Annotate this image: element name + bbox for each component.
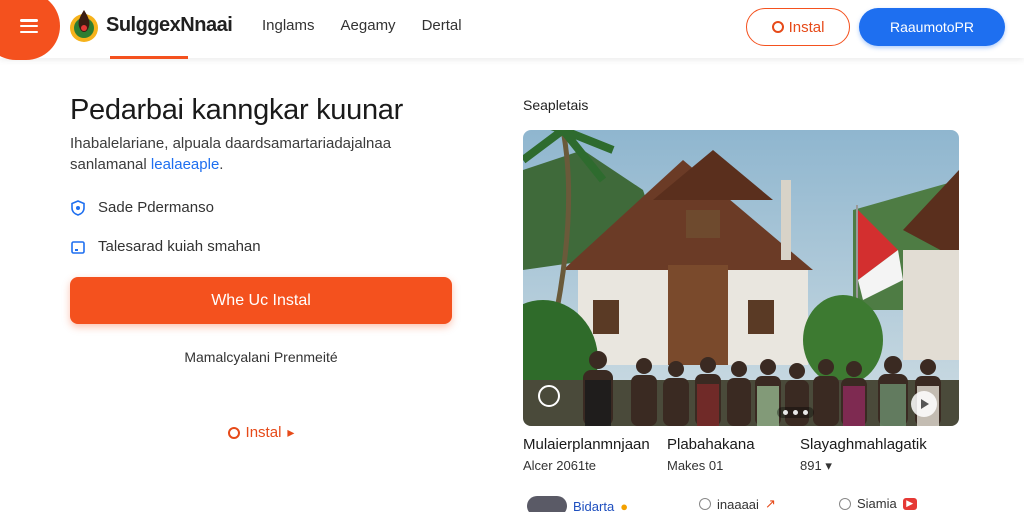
brand-name[interactable]: SulggexNnaai — [106, 14, 233, 37]
gallery-label: Seapletais — [523, 97, 589, 113]
hero-title: Pedarbai kanngkar kuunar — [70, 94, 403, 126]
card-sub-1: Alcer 2061te — [523, 458, 596, 473]
card-sub-2: Makes 01 — [667, 458, 724, 473]
carousel-dots[interactable] — [777, 407, 814, 418]
emoji-icon: ● — [620, 498, 629, 512]
gallery-card-2[interactable]: Plabahakana Makes 01 — [667, 436, 755, 473]
top-header: SulggexNnaai Inglams Aegamy Dertal Insta… — [0, 0, 1024, 60]
avatar — [527, 496, 567, 512]
circle-icon — [227, 426, 240, 439]
feature-item-2: Talesarad kuiah smahan — [70, 238, 261, 255]
footer-label-2: inaaaai — [717, 496, 759, 512]
hero-desc-line1: Ihabalelariane, alpuala daardsamartariad… — [70, 135, 392, 152]
install-button[interactable]: Instal — [746, 8, 850, 46]
menu-button[interactable] — [0, 0, 60, 60]
footer-label-1: Bidarta — [573, 498, 615, 512]
nav-link-1[interactable]: Inglams — [262, 17, 315, 34]
install-link-label: Instal — [245, 424, 282, 441]
feature-item-1: Sade Pdermanso — [70, 199, 214, 216]
photo-select-icon[interactable] — [538, 385, 560, 407]
card-title-2: Plabahakana — [667, 436, 755, 453]
play-icon[interactable] — [911, 391, 937, 417]
card-sub-3: 891 ▾ — [800, 458, 832, 473]
nav-link-3[interactable]: Dertal — [422, 17, 462, 34]
footer-item-3[interactable]: Siamia ▶ — [839, 496, 917, 511]
nav-link-2[interactable]: Aegamy — [341, 17, 396, 34]
card-title-3: Slayaghmahlagatik — [800, 436, 927, 453]
feature-label-1: Sade Pdermanso — [98, 199, 214, 216]
feature-label-2: Talesarad kuiah smahan — [98, 238, 261, 255]
gallery-card-3[interactable]: Slayaghmahlagatik 891 ▾ — [800, 436, 927, 474]
cta-install-button[interactable]: Whe Uc Instal — [70, 277, 452, 324]
gallery-photo[interactable] — [523, 130, 959, 426]
video-icon: ▶ — [902, 497, 917, 510]
main-nav: Inglams Aegamy Dertal — [262, 17, 488, 34]
card-title-1: Mulaierplanmnjaan — [523, 436, 650, 453]
search-icon — [699, 498, 711, 510]
nav-active-indicator — [110, 56, 188, 59]
footer-label-3: Siamia — [857, 496, 897, 511]
circle-icon — [771, 21, 784, 33]
hero-desc-link[interactable]: lealaeaple — [151, 156, 219, 173]
hero-desc-line2: sanlamanal — [70, 156, 147, 173]
arrow-up-right-icon: ↗ — [764, 496, 776, 511]
page: SulggexNnaai Inglams Aegamy Dertal Insta… — [0, 0, 1024, 512]
footer-item-2[interactable]: inaaaai ↗ — [699, 496, 776, 512]
install-link[interactable]: Instal ▸ — [70, 424, 452, 441]
chat-icon — [839, 497, 851, 510]
village-house-photo — [523, 130, 959, 426]
chevron-down-icon: ▾ — [825, 458, 832, 473]
install-button-label: Instal — [788, 18, 825, 36]
footer-item-1[interactable]: Bidarta ● — [527, 496, 628, 512]
brand-logo — [70, 10, 98, 42]
arrow-right-icon: ▸ — [287, 424, 295, 440]
gallery-footer: Bidarta ● inaaaai ↗ Siamia ▶ — [523, 496, 963, 512]
calendar-icon — [70, 239, 86, 255]
hero-description: Ihabalelariane, alpuala daardsamartariad… — [70, 135, 392, 173]
shield-icon — [70, 199, 86, 216]
hamburger-icon — [20, 19, 38, 33]
primary-action-button[interactable]: RaaumotoPR — [859, 8, 1005, 46]
cta-note: Mamalcyalani Prenmeité — [184, 349, 338, 365]
gallery-card-1[interactable]: Mulaierplanmnjaan Alcer 2061te — [523, 436, 650, 473]
